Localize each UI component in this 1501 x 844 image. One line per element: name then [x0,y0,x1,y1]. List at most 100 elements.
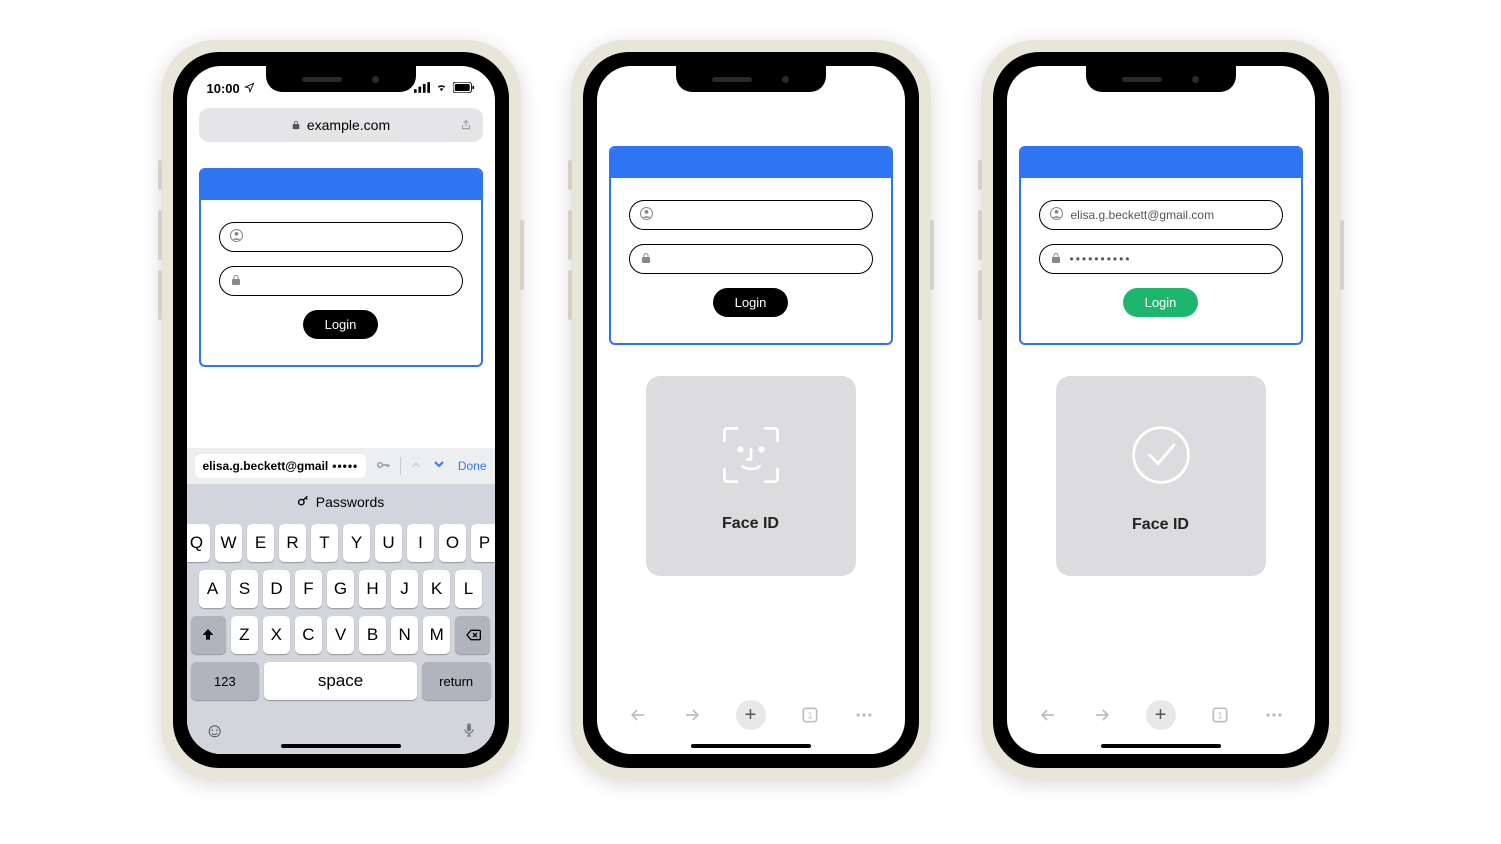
key-f[interactable]: F [295,570,322,608]
phone-frame-1: 10:00 example.com [161,40,521,780]
key-o[interactable]: O [439,524,466,562]
home-indicator[interactable] [691,744,811,748]
home-indicator[interactable] [281,744,401,748]
password-field[interactable] [629,244,873,274]
key-p[interactable]: P [471,524,495,562]
key-icon [297,494,310,510]
key-z[interactable]: Z [231,616,258,654]
new-tab-button[interactable]: + [1146,700,1176,730]
forward-icon[interactable] [1092,705,1112,725]
faceid-label: Face ID [1132,516,1189,534]
key-q[interactable]: Q [187,524,211,562]
address-domain: example.com [307,117,390,133]
key-i[interactable]: I [407,524,434,562]
lock-icon [230,274,242,289]
back-icon[interactable] [1038,705,1058,725]
username-field[interactable]: elisa.g.beckett@gmail.com [1039,200,1283,230]
signal-icon [414,81,430,96]
login-button[interactable]: Login [1123,288,1199,317]
key-u[interactable]: U [375,524,402,562]
key-n[interactable]: N [391,616,418,654]
faceid-prompt: Face ID [646,376,856,576]
status-time: 10:00 [207,81,240,96]
key-e[interactable]: E [247,524,274,562]
return-key[interactable]: return [422,662,491,700]
more-icon[interactable] [854,705,874,725]
login-card: elisa.g.beckett@gmail.com •••••••••• Log… [1019,146,1303,345]
suggestion-password-dots: ••••• [332,459,358,473]
password-field[interactable] [219,266,463,296]
tabs-icon[interactable]: 1 [1210,705,1230,725]
back-icon[interactable] [628,705,648,725]
username-value: elisa.g.beckett@gmail.com [1071,208,1215,222]
phone-frame-2: Login Face ID + 1 [571,40,931,780]
faceid-success: Face ID [1056,376,1266,576]
address-bar[interactable]: example.com [199,108,483,142]
key-k[interactable]: K [423,570,450,608]
key-d[interactable]: D [263,570,290,608]
wifi-icon [434,81,449,96]
key-r[interactable]: R [279,524,306,562]
browser-toolbar: + 1 [1007,690,1315,740]
autofill-suggestion[interactable]: elisa.g.beckett@gmail ••••• [195,454,367,478]
chevron-up-icon[interactable] [409,458,423,475]
key-j[interactable]: J [391,570,418,608]
checkmark-circle-icon [1125,419,1197,496]
emoji-key[interactable]: ☺ [205,720,225,746]
key-c[interactable]: C [295,616,322,654]
lock-icon [291,117,301,133]
battery-icon [453,81,475,96]
user-icon [230,229,243,245]
lock-icon [640,252,652,267]
user-icon [640,207,653,223]
autofill-suggestion-bar: elisa.g.beckett@gmail ••••• Done [187,448,495,484]
password-value: •••••••••• [1070,252,1132,266]
phone-frame-3: elisa.g.beckett@gmail.com •••••••••• Log… [981,40,1341,780]
new-tab-button[interactable]: + [736,700,766,730]
login-button[interactable]: Login [713,288,789,317]
notch [266,66,416,92]
key-w[interactable]: W [215,524,242,562]
done-button[interactable]: Done [458,459,487,473]
svg-text:1: 1 [1217,710,1222,720]
key-a[interactable]: A [199,570,226,608]
login-card: Login [609,146,893,345]
share-icon[interactable] [459,117,473,134]
key-b[interactable]: B [359,616,386,654]
key-y[interactable]: Y [343,524,370,562]
key-g[interactable]: G [327,570,354,608]
passwords-button[interactable]: Passwords [187,484,495,520]
key-v[interactable]: V [327,616,354,654]
key-x[interactable]: X [263,616,290,654]
space-key[interactable]: space [264,662,417,700]
forward-icon[interactable] [682,705,702,725]
faceid-icon [716,420,786,495]
key-icon[interactable] [374,458,392,475]
key-t[interactable]: T [311,524,338,562]
notch [676,66,826,92]
numeric-key[interactable]: 123 [191,662,260,700]
location-icon [244,81,255,96]
passwords-label: Passwords [316,494,384,510]
key-l[interactable]: L [455,570,482,608]
key-h[interactable]: H [359,570,386,608]
faceid-label: Face ID [722,515,779,533]
tabs-icon[interactable]: 1 [800,705,820,725]
backspace-key[interactable] [455,616,490,654]
username-field[interactable] [219,222,463,252]
login-button[interactable]: Login [303,310,379,339]
notch [1086,66,1236,92]
user-icon [1050,207,1063,223]
shift-key[interactable] [191,616,226,654]
key-m[interactable]: M [423,616,450,654]
more-icon[interactable] [1264,705,1284,725]
chevron-down-icon[interactable] [431,456,447,477]
login-card: Login [199,168,483,367]
mic-key[interactable] [461,720,477,746]
password-field[interactable]: •••••••••• [1039,244,1283,274]
suggestion-email: elisa.g.beckett@gmail [203,459,329,473]
home-indicator[interactable] [1101,744,1221,748]
key-s[interactable]: S [231,570,258,608]
username-field[interactable] [629,200,873,230]
lock-icon [1050,252,1062,267]
